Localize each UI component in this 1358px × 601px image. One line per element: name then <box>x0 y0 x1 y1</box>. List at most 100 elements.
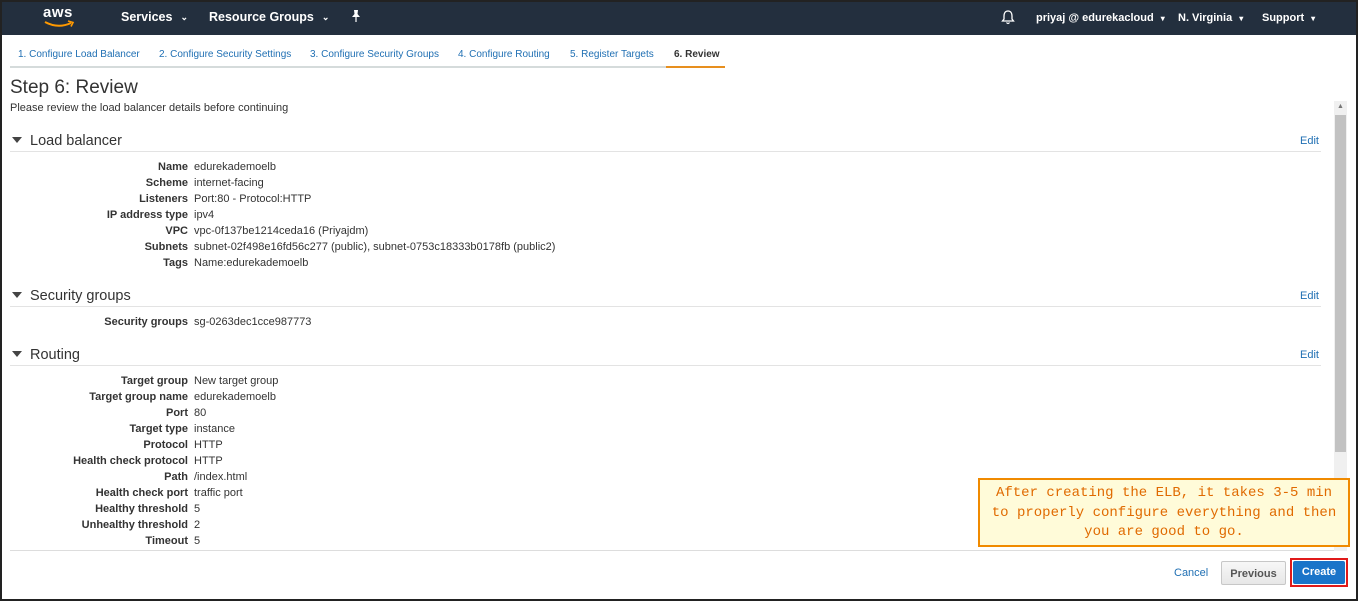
detail-value: 5 <box>194 535 201 547</box>
aws-logo-text: aws <box>43 4 73 21</box>
annotation-line: you are good to go. <box>1084 524 1244 540</box>
section-routing-toggle[interactable]: Routing <box>12 347 80 363</box>
detail-value: New target group <box>194 375 279 387</box>
detail-row: Protocol HTTP <box>0 439 700 455</box>
detail-key: Target type <box>129 423 188 435</box>
support-label: Support <box>1262 12 1305 24</box>
edit-security-groups-link[interactable]: Edit <box>1300 290 1319 302</box>
tab-register-targets[interactable]: 5. Register Targets <box>562 46 666 68</box>
detail-value: instance <box>194 423 235 435</box>
chevron-down-icon: ▾ <box>1311 14 1316 23</box>
bell-icon[interactable] <box>1001 9 1015 28</box>
scroll-up-icon[interactable]: ▲ <box>1334 101 1347 113</box>
account-label: priyaj @ edurekacloud <box>1036 12 1154 24</box>
detail-value: edurekademoelb <box>194 161 276 173</box>
chevron-down-icon: ▾ <box>1160 14 1165 23</box>
detail-value: HTTP <box>194 455 223 467</box>
detail-row: Port 80 <box>0 407 700 423</box>
detail-row: Tags Name:edurekademoelb <box>0 257 700 273</box>
detail-value: 80 <box>194 407 207 419</box>
detail-row: IP address type ipv4 <box>0 209 700 225</box>
aws-smile-icon <box>44 20 75 27</box>
detail-row: Target group name edurekademoelb <box>0 391 700 407</box>
page-subtitle: Please review the load balancer details … <box>10 102 289 114</box>
detail-row: Unhealthy threshold 2 <box>0 519 700 535</box>
section-security-groups-toggle[interactable]: Security groups <box>12 288 131 304</box>
detail-row: Security groups sg-0263dec1cce987773 <box>0 316 700 332</box>
detail-key: Health check port <box>95 487 188 499</box>
caret-down-icon <box>12 292 22 298</box>
tab-configure-security-groups[interactable]: 3. Configure Security Groups <box>302 46 451 68</box>
detail-key: Path <box>164 471 188 483</box>
detail-key: Subnets <box>144 241 188 253</box>
section-load-balancer-toggle[interactable]: Load balancer <box>12 133 122 149</box>
section-title: Security groups <box>30 288 131 304</box>
detail-key: Tags <box>163 257 188 269</box>
support-menu[interactable]: Support ▾ <box>1262 12 1315 24</box>
detail-value: /index.html <box>194 471 248 483</box>
chevron-down-icon: ⌄ <box>321 12 330 22</box>
detail-row: Subnets subnet-02f498e16fd56c277 (public)… <box>0 241 700 257</box>
tab-configure-load-balancer[interactable]: 1. Configure Load Balancer <box>10 46 151 68</box>
detail-value: subnet-02f498e16fd56c277 (public), subne… <box>194 241 556 253</box>
detail-row: Path/index.html <box>0 471 700 487</box>
section-title: Routing <box>30 347 80 363</box>
edit-routing-link[interactable]: Edit <box>1300 349 1319 361</box>
divider <box>10 306 1321 307</box>
detail-value: HTTP <box>194 439 223 451</box>
resource-groups-menu[interactable]: Resource Groups ⌄ <box>209 10 329 24</box>
detail-row: Healthy threshold 5 <box>0 503 700 519</box>
detail-key: Target group name <box>89 391 188 403</box>
detail-key: Health check protocol <box>73 455 188 467</box>
detail-key: Protocol <box>143 439 188 451</box>
services-label: Services <box>121 10 173 24</box>
cancel-link[interactable]: Cancel <box>1174 567 1208 579</box>
detail-row: Timeout 5 <box>0 535 700 551</box>
detail-row: Health check protocol HTTP <box>0 455 700 471</box>
tab-review[interactable]: 6. Review <box>666 46 725 68</box>
account-menu[interactable]: priyaj @ edurekacloud ▾ <box>1036 12 1165 24</box>
detail-key: Unhealthy threshold <box>81 519 188 531</box>
detail-value: vpc-0f137be1214ceda16 (Priyajdm) <box>194 225 369 237</box>
annotation-callout: After creating the ELB, it takes 3-5 min… <box>978 478 1350 547</box>
scroll-thumb[interactable] <box>1335 115 1346 452</box>
detail-row: Scheme internet-facing <box>0 177 700 193</box>
previous-button[interactable]: Previous <box>1221 561 1286 585</box>
chevron-down-icon: ⌄ <box>180 12 188 22</box>
detail-row: Health check port traffic port <box>0 487 700 503</box>
detail-key: Scheme <box>145 177 188 189</box>
section-title: Load balancer <box>30 133 122 149</box>
detail-value: ipv4 <box>194 209 215 221</box>
detail-value: Name:edurekademoelb <box>194 257 309 269</box>
detail-key: VPC <box>165 225 188 237</box>
page-title: Step 6: Review <box>10 77 138 98</box>
divider <box>10 365 1321 366</box>
detail-key: Port <box>166 407 188 419</box>
chevron-down-icon: ▾ <box>1239 14 1244 23</box>
tab-configure-routing[interactable]: 4. Configure Routing <box>450 46 562 68</box>
detail-row: Target group New target group <box>0 375 700 391</box>
aws-logo[interactable]: aws <box>43 5 77 29</box>
tab-configure-security-settings[interactable]: 2. Configure Security Settings <box>151 46 303 68</box>
services-menu[interactable]: Services ⌄ <box>121 10 188 24</box>
detail-key: Healthy threshold <box>95 503 188 515</box>
annotation-line: to properly configure everything and the… <box>991 504 1337 521</box>
create-button[interactable]: Create <box>1293 561 1345 584</box>
annotation-line: After creating the ELB, it takes 3-5 min <box>995 485 1333 501</box>
detail-value: 5 <box>194 503 201 515</box>
footer-divider <box>10 550 1334 551</box>
pin-icon[interactable] <box>350 9 362 26</box>
detail-row: Name edurekademoelb <box>0 161 700 177</box>
detail-value: traffic port <box>194 487 243 499</box>
region-label: N. Virginia <box>1178 12 1233 24</box>
detail-value: 2 <box>194 519 201 531</box>
detail-value: edurekademoelb <box>194 391 276 403</box>
detail-key: Name <box>158 161 188 173</box>
edit-load-balancer-link[interactable]: Edit <box>1300 135 1319 147</box>
detail-value: internet-facing <box>194 177 264 189</box>
top-nav-bar: aws Services ⌄ Resource Groups ⌄ priyaj @ … <box>0 0 1358 35</box>
detail-row: Target type instance <box>0 423 700 439</box>
detail-key: IP address type <box>106 209 188 221</box>
region-menu[interactable]: N. Virginia ▾ <box>1178 12 1243 24</box>
resource-groups-label: Resource Groups <box>209 10 314 24</box>
